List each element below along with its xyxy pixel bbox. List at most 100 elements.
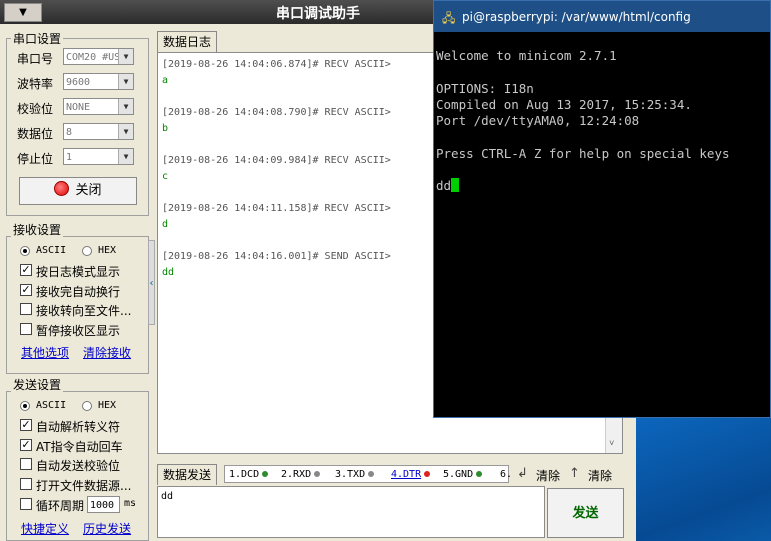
signal-indicator: 1.DCD xyxy=(229,469,269,480)
log-entry-data: d xyxy=(162,219,169,230)
send-hex-label: HEX xyxy=(98,400,117,411)
cycle-unit: ms xyxy=(124,498,137,509)
log-entry-header: [2019-08-26 14:04:16.001]# SEND ASCII> xyxy=(162,251,391,262)
log-entry-data: b xyxy=(162,123,169,134)
chevron-down-icon[interactable]: ▼ xyxy=(118,99,133,114)
field-select[interactable]: 1 ▼ xyxy=(63,148,134,165)
red-light-icon xyxy=(54,181,70,196)
option-checkbox[interactable] xyxy=(20,303,32,315)
terminal-title: pi@raspberrypi: /var/www/html/config xyxy=(462,10,691,24)
send-ascii-radio[interactable] xyxy=(20,401,30,411)
signal-led-icon xyxy=(368,471,375,477)
field-label: 校验位 xyxy=(17,102,54,116)
option-label: 自动解析转义符 xyxy=(36,420,121,434)
putty-icon: 🖧 xyxy=(442,11,456,25)
recv-hex-label: HEX xyxy=(98,245,117,256)
signal-label: 5.GND xyxy=(443,469,474,480)
tab-data-send[interactable]: 数据发送 xyxy=(157,464,217,485)
clear-send-label[interactable]: 清除 xyxy=(536,467,560,484)
scroll-down-icon[interactable]: ˅ xyxy=(609,439,614,449)
field-label: 波特率 xyxy=(17,77,54,91)
field-value: COM20 #US xyxy=(66,52,121,63)
tab-data-log[interactable]: 数据日志 xyxy=(157,31,217,52)
send-hex-radio[interactable] xyxy=(82,401,92,411)
panel-collapse-handle[interactable]: ‹ xyxy=(148,240,155,325)
signal-label: 4.DTR xyxy=(391,469,422,480)
signal-indicator: 3.TXD xyxy=(335,469,375,480)
signal-indicator: 5.GND xyxy=(443,469,483,480)
option-checkbox[interactable] xyxy=(20,477,32,490)
log-entry-data: a xyxy=(162,75,169,86)
field-label: 停止位 xyxy=(17,152,54,166)
cycle-send-checkbox[interactable] xyxy=(20,498,32,510)
terminal-cursor xyxy=(451,178,460,193)
signal-label: 2.RXD xyxy=(281,469,312,480)
receive-settings-title: 接收设置 xyxy=(11,221,64,238)
terminal-line: OPTIONS: I18n xyxy=(436,80,534,96)
recv-ascii-radio[interactable] xyxy=(20,246,30,256)
field-value: NONE xyxy=(66,102,91,113)
log-entry-header: [2019-08-26 14:04:09.984]# RECV ASCII> xyxy=(162,155,391,166)
recv-hex-radio[interactable] xyxy=(82,246,92,256)
terminal-line: Compiled on Aug 13 2017, 15:25:34. xyxy=(436,96,692,112)
clear-up-icon[interactable]: ↑ xyxy=(569,466,580,481)
clear-all-label[interactable]: 清除 xyxy=(588,467,612,484)
signal-status-bar: 1.DCD 2.RXD 3.TXD 4.DTR 5.GND 6. xyxy=(224,465,512,483)
recv-ascii-label: ASCII xyxy=(36,245,67,256)
option-label: 接收转向至文件... xyxy=(36,304,132,318)
chevron-down-icon[interactable]: ▼ xyxy=(118,49,133,64)
field-select[interactable]: NONE ▼ xyxy=(63,98,134,115)
terminal-window: 🖧 pi@raspberrypi: /var/www/html/config W… xyxy=(433,0,771,418)
send-history-link[interactable]: 历史发送 xyxy=(83,520,131,537)
other-options-link[interactable]: 其他选项 xyxy=(21,344,69,361)
signal-label: 1.DCD xyxy=(229,469,260,480)
field-select[interactable]: 9600 ▼ xyxy=(63,73,134,90)
field-value: 8 xyxy=(66,127,73,138)
desktop-background xyxy=(636,418,771,541)
log-entry-data: c xyxy=(162,171,169,182)
signal-led-icon xyxy=(262,471,269,477)
terminal-line: Welcome to minicom 2.7.1 xyxy=(436,48,617,63)
log-entry-header: [2019-08-26 14:04:06.874]# RECV ASCII> xyxy=(162,59,391,70)
option-checkbox[interactable] xyxy=(20,458,32,470)
option-label: 自动发送校验位 xyxy=(36,459,121,473)
log-entry-header: [2019-08-26 14:04:11.158]# RECV ASCII> xyxy=(162,203,391,214)
send-input[interactable]: dd xyxy=(157,486,545,538)
option-label: AT指令自动回车 xyxy=(36,439,123,454)
cycle-period-input[interactable]: 1000 xyxy=(87,496,120,513)
terminal-title-bar: 🖧 pi@raspberrypi: /var/www/html/config xyxy=(434,1,770,32)
chevron-down-icon[interactable]: ▼ xyxy=(118,149,133,164)
clear-send-icon[interactable]: ↲ xyxy=(517,466,528,481)
log-entry-data: dd xyxy=(162,267,175,278)
option-checkbox[interactable]: ✓ xyxy=(20,438,32,451)
field-value: 9600 xyxy=(66,77,91,88)
clear-receive-link[interactable]: 清除接收 xyxy=(83,344,131,361)
signal-indicator: 6. xyxy=(500,469,512,480)
option-checkbox[interactable]: ✓ xyxy=(20,283,32,296)
terminal-input-line[interactable]: dd xyxy=(436,178,460,194)
option-label: 接收完自动换行 xyxy=(36,284,121,299)
terminal-line: Port /dev/ttyAMA0, 12:24:08 xyxy=(436,113,640,129)
send-ascii-label: ASCII xyxy=(36,400,67,411)
option-checkbox[interactable]: ✓ xyxy=(20,264,32,276)
field-value: 1 xyxy=(66,152,73,163)
signal-label: 3.TXD xyxy=(335,469,366,480)
signal-indicator: 2.RXD xyxy=(281,469,321,480)
chevron-down-icon[interactable]: ▼ xyxy=(118,74,133,89)
field-select[interactable]: 8 ▼ xyxy=(63,123,134,140)
field-select[interactable]: COM20 #US ▼ xyxy=(63,48,134,65)
field-label: 数据位 xyxy=(17,127,54,141)
shortcut-define-link[interactable]: 快捷定义 xyxy=(21,520,69,537)
close-port-button[interactable]: 关闭 xyxy=(19,177,137,205)
send-button[interactable]: 发送 xyxy=(547,488,624,538)
signal-led-icon xyxy=(424,471,431,477)
terminal-input-text: dd xyxy=(436,178,452,194)
signal-indicator: 4.DTR xyxy=(391,469,431,480)
option-label: 暂停接收区显示 xyxy=(36,323,121,338)
close-button-label: 关闭 xyxy=(75,183,102,198)
chevron-down-icon[interactable]: ▼ xyxy=(118,124,133,139)
option-checkbox[interactable]: ✓ xyxy=(20,419,32,431)
port-settings-title: 串口设置 xyxy=(11,30,64,47)
signal-label: 6. xyxy=(500,469,513,480)
option-checkbox[interactable] xyxy=(20,322,32,335)
